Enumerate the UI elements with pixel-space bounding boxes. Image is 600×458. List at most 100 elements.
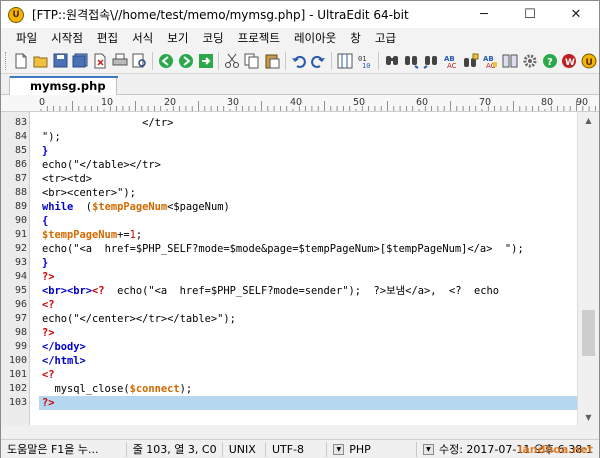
menu-view[interactable]: 보기	[160, 30, 195, 46]
chevron-down-icon[interactable]: ▼	[333, 443, 345, 455]
minimize-button[interactable]: ─	[461, 1, 507, 28]
paste-icon[interactable]	[263, 52, 281, 70]
status-position[interactable]: 줄 103, 열 3, C0	[127, 441, 223, 457]
open-folder-icon[interactable]	[32, 52, 50, 70]
status-encoding[interactable]: UTF-8	[266, 441, 328, 457]
compare-icon[interactable]	[501, 52, 519, 70]
code-line[interactable]: 83 </tr>	[1, 116, 577, 130]
scrollbar-thumb[interactable]	[582, 310, 595, 356]
code-line[interactable]: 103 ?>	[1, 396, 577, 410]
code-line[interactable]: 87 <tr><td>	[1, 172, 577, 186]
code-line[interactable]: 88 <br><center>");	[1, 186, 577, 200]
code-token: <?	[92, 285, 105, 297]
ultraedit-logo-icon[interactable]: U	[8, 6, 24, 23]
code-line[interactable]: 84 ");	[1, 130, 577, 144]
code-line[interactable]: 86 echo("</table></tr>	[1, 158, 577, 172]
line-number: 83	[14, 117, 27, 128]
code-token: ?>	[42, 327, 55, 339]
line-number: 86	[14, 159, 27, 170]
ultraedit-icon[interactable]: U	[580, 52, 598, 70]
goto-icon[interactable]	[197, 52, 215, 70]
menu-project[interactable]: 프로젝트	[231, 30, 287, 46]
settings-gear-icon[interactable]	[521, 52, 539, 70]
code-line[interactable]: 93}	[1, 256, 577, 270]
help-icon[interactable]: ?	[541, 52, 559, 70]
hex-mode-icon[interactable]: 01 10	[356, 52, 374, 70]
redo-icon[interactable]	[309, 52, 327, 70]
save-all-icon[interactable]	[71, 52, 89, 70]
code-line[interactable]: 95 <br><br><? echo("<a href=$PHP_SELF?mod…	[1, 284, 577, 298]
current-line-highlight	[39, 396, 577, 410]
code-line[interactable]: 99 </body>	[1, 340, 577, 354]
menu-window[interactable]: 창	[343, 30, 368, 46]
code-token: );	[179, 383, 193, 395]
code-token: <br><br>	[42, 285, 93, 297]
ruler-label: 60	[416, 97, 429, 108]
toolbar-separator	[218, 51, 220, 70]
tab-mymsg-php[interactable]: mymsg.php	[9, 76, 118, 95]
replace-in-files-icon[interactable]: AB AC	[481, 52, 499, 70]
horizontal-scroll-area[interactable]	[1, 425, 599, 439]
code-line[interactable]: 98 ?>	[1, 326, 577, 340]
menu-layout[interactable]: 레이아웃	[287, 30, 343, 46]
column-mode-icon[interactable]	[336, 52, 354, 70]
line-number: 93	[14, 257, 27, 268]
close-file-icon[interactable]	[91, 52, 109, 70]
syntax-dropdown[interactable]: ▼ PHP	[327, 441, 417, 457]
new-file-icon[interactable]	[12, 52, 30, 70]
code-line[interactable]: 102 mysql_close($connect);	[1, 382, 577, 396]
menu-advanced[interactable]: 고급	[368, 30, 403, 46]
code-token: }	[42, 257, 49, 269]
code-editor[interactable]: 83 </tr> 84 "); 85} 86 echo("</table></tr> 87 <…	[1, 112, 577, 425]
line-number: 92	[14, 243, 27, 254]
scroll-up-icon[interactable]: ▲	[578, 112, 599, 128]
forward-icon[interactable]	[177, 52, 195, 70]
cut-icon[interactable]	[223, 52, 241, 70]
undo-icon[interactable]	[290, 52, 308, 70]
find-icon[interactable]	[383, 52, 401, 70]
code-line[interactable]: 101 <?	[1, 368, 577, 382]
web-search-icon[interactable]: W	[560, 52, 578, 70]
toolbar-grip[interactable]	[5, 51, 8, 70]
ruler-label: 50	[353, 97, 366, 108]
print-icon[interactable]	[111, 52, 129, 70]
status-line-ending[interactable]: UNIX	[223, 441, 266, 457]
maximize-button[interactable]: ☐	[507, 1, 553, 28]
code-line[interactable]: 90 {	[1, 214, 577, 228]
menu-edit[interactable]: 편집	[90, 30, 125, 46]
menu-format[interactable]: 서식	[125, 30, 160, 46]
code-token: )	[223, 201, 230, 213]
find-next-icon[interactable]	[402, 52, 420, 70]
find-in-files-icon[interactable]	[462, 52, 480, 70]
code-line[interactable]: 92 echo("<a href=$PHP_SELF?mode=$mode&pag…	[1, 242, 577, 256]
syntax-value: PHP	[349, 442, 371, 456]
line-number: 85	[14, 145, 27, 156]
back-icon[interactable]	[157, 52, 175, 70]
menu-home[interactable]: 시작점	[44, 30, 90, 46]
chevron-down-icon[interactable]: ▼	[422, 443, 434, 455]
code-line[interactable]: 85}	[1, 144, 577, 158]
ruler-label: 0	[39, 97, 46, 108]
line-number: 97	[14, 313, 27, 324]
find-prev-icon[interactable]	[422, 52, 440, 70]
vertical-scrollbar[interactable]: ▲ ▼	[577, 112, 599, 425]
replace-icon[interactable]: AB AC	[442, 52, 460, 70]
copy-icon[interactable]	[243, 52, 261, 70]
menu-coding[interactable]: 코딩	[195, 30, 230, 46]
toolbar-separator	[284, 51, 286, 70]
code-line[interactable]: 97 echo("</center></tr></table>");	[1, 312, 577, 326]
code-line[interactable]: 96 <?	[1, 298, 577, 312]
code-token: <?	[42, 299, 55, 311]
close-button[interactable]: ✕	[553, 1, 599, 28]
code-line[interactable]: 89 while ($tempPageNum<$pageNum)	[1, 200, 577, 214]
code-line[interactable]: 100 </html>	[1, 354, 577, 368]
save-icon[interactable]	[51, 52, 69, 70]
code-line[interactable]: 94 ?>	[1, 270, 577, 284]
code-text: <?	[42, 368, 55, 382]
code-line[interactable]: 91 $tempPageNum+=1;	[1, 228, 577, 242]
ruler-label: 40	[290, 97, 303, 108]
menu-file[interactable]: 파일	[9, 30, 44, 46]
code-token: {	[42, 215, 49, 227]
scroll-down-icon[interactable]: ▼	[578, 409, 599, 425]
print-preview-icon[interactable]	[130, 52, 148, 70]
